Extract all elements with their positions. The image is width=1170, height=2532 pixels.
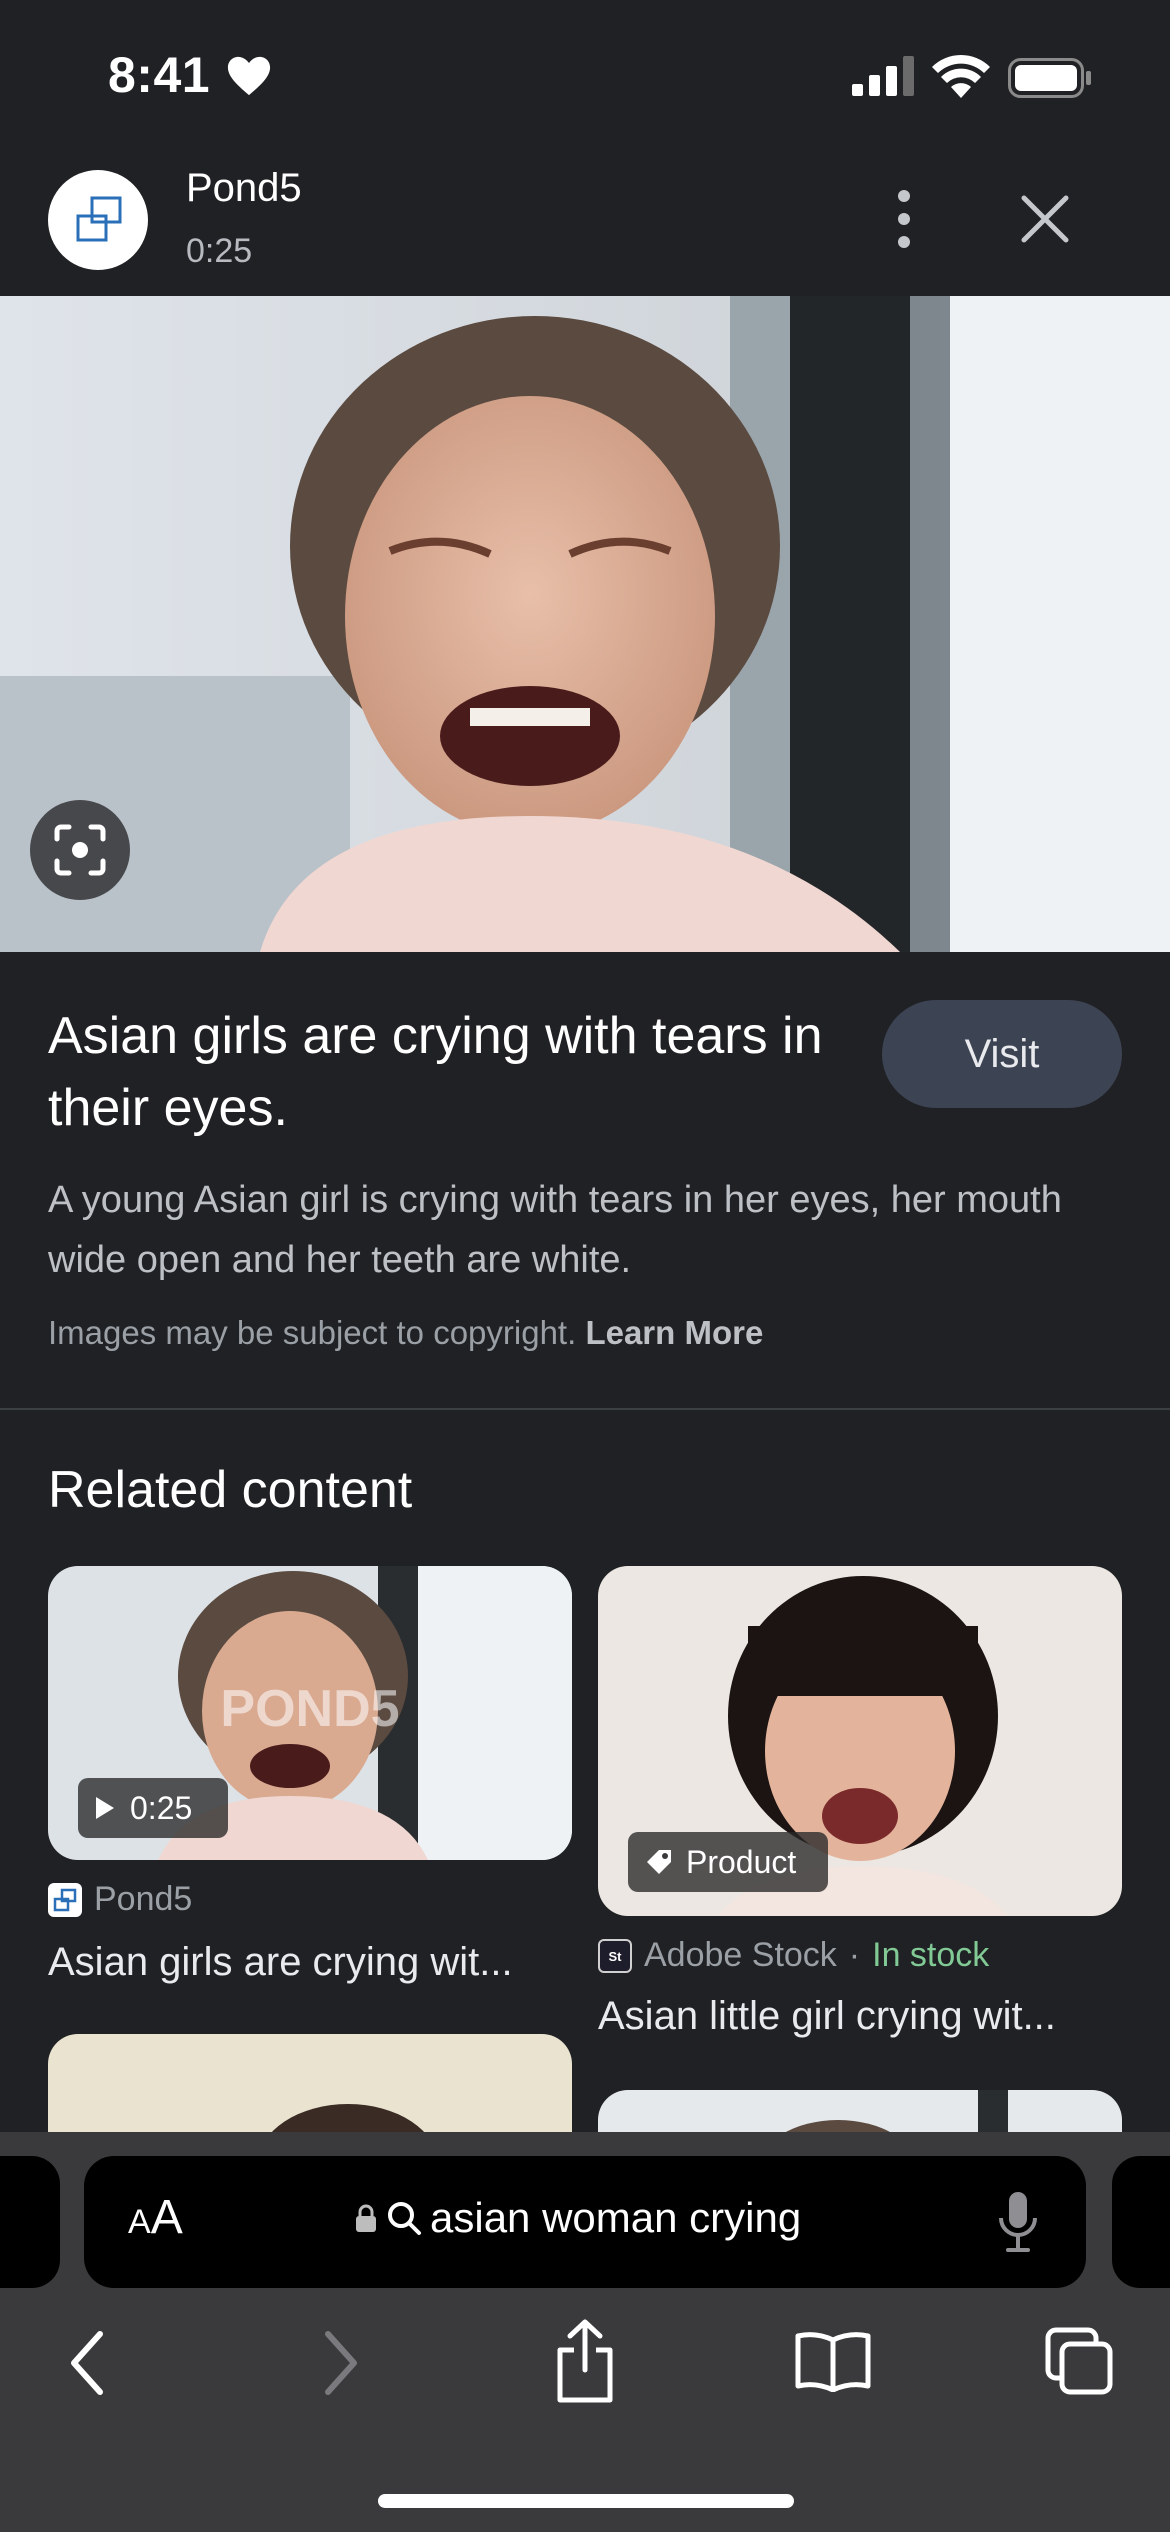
text-size-button[interactable]: AA — [128, 2190, 183, 2245]
bookmarks-icon[interactable] — [794, 2330, 872, 2392]
learn-more-link[interactable]: Learn More — [585, 1314, 763, 1351]
signal-icon — [852, 56, 914, 96]
pond5-favicon-icon — [48, 1882, 82, 1917]
lens-icon[interactable] — [30, 800, 130, 900]
card-source[interactable]: Pond5 — [48, 1880, 192, 1919]
product-badge: Product — [628, 1832, 828, 1892]
previous-tab-preview[interactable] — [0, 2156, 60, 2288]
aa-small: A — [128, 2203, 151, 2241]
mic-icon[interactable] — [996, 2190, 1040, 2254]
close-icon[interactable] — [1016, 190, 1074, 248]
card-source-name: Pond5 — [94, 1880, 193, 1918]
duration-badge: 0:25 — [78, 1778, 228, 1838]
search-query: asian woman crying — [430, 2194, 802, 2241]
card-source[interactable]: St Adobe Stock · In stock — [598, 1936, 989, 1975]
more-vert-icon[interactable] — [876, 186, 932, 252]
result-description: A young Asian girl is crying with tears … — [48, 1179, 1062, 1281]
share-icon[interactable] — [552, 2318, 618, 2404]
pond5-logo-icon[interactable] — [48, 170, 148, 270]
source-separator: · — [848, 1936, 861, 1974]
card-title[interactable]: Asian little girl crying wit... — [598, 1994, 1056, 2039]
wifi-icon — [932, 54, 990, 98]
product-text: Product — [686, 1843, 797, 1880]
source-name[interactable]: Pond5 — [186, 166, 302, 211]
divider — [0, 1408, 1170, 1410]
play-icon — [96, 1797, 114, 1819]
in-stock-label: In stock — [872, 1936, 990, 1974]
card-source-name: Adobe Stock — [644, 1936, 837, 1974]
svg-text:St: St — [609, 1949, 623, 1964]
adobe-stock-favicon-icon: St — [598, 1938, 632, 1973]
video-duration: 0:25 — [186, 232, 253, 270]
heart-icon — [227, 56, 271, 96]
related-heading: Related content — [48, 1461, 413, 1519]
lock-icon — [356, 2204, 376, 2232]
tabs-icon[interactable] — [1044, 2326, 1114, 2396]
next-tab-preview[interactable] — [1112, 2156, 1170, 2288]
duration-text: 0:25 — [130, 1789, 193, 1826]
visit-button[interactable]: Visit — [882, 1000, 1122, 1108]
result-title: Asian girls are crying with tears in the… — [48, 1007, 823, 1137]
back-icon[interactable] — [64, 2328, 112, 2398]
aa-big: A — [150, 2191, 183, 2244]
battery-icon — [1008, 58, 1091, 98]
tag-icon — [647, 1850, 671, 1874]
search-icon — [388, 2202, 421, 2235]
url-field[interactable]: asian woman crying — [354, 2194, 801, 2242]
home-indicator — [378, 2494, 794, 2508]
copyright-notice: Images may be subject to copyright. Lear… — [48, 1314, 763, 1352]
card-title[interactable]: Asian girls are crying wit... — [48, 1940, 513, 1985]
forward-icon[interactable] — [316, 2328, 364, 2398]
main-image[interactable] — [0, 296, 1170, 952]
watermark-text: POND5 — [220, 1680, 399, 1738]
status-time: 8:41 — [108, 47, 211, 103]
copyright-text: Images may be subject to copyright. — [48, 1314, 577, 1351]
